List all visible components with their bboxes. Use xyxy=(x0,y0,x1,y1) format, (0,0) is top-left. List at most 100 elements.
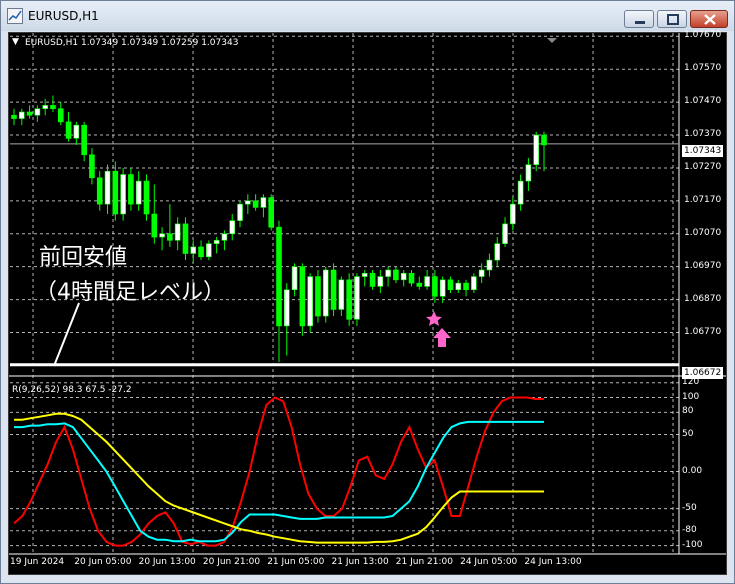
candle-body xyxy=(221,233,228,241)
candle-body xyxy=(291,266,298,291)
candle-body xyxy=(361,272,368,277)
maximize-button[interactable] xyxy=(657,10,687,28)
candle-body xyxy=(322,269,329,317)
candle-body xyxy=(510,203,516,225)
time-axis-label: 24 Jun 13:00 xyxy=(524,557,582,567)
candle-body xyxy=(229,220,236,235)
candle-body xyxy=(252,200,259,208)
candle-body xyxy=(307,276,313,327)
candle-body xyxy=(182,223,189,254)
candle-body xyxy=(206,243,212,258)
time-axis-label: 21 Jun 13:00 xyxy=(331,557,389,567)
indicator-line xyxy=(13,396,544,547)
candle-body xyxy=(268,197,275,228)
close-button[interactable] xyxy=(690,10,728,28)
chart-header-arrow-icon[interactable]: ▼ xyxy=(12,37,19,47)
price-axis-label: 1.06870 xyxy=(684,293,722,304)
candle-body xyxy=(112,170,119,215)
annotation-arrow xyxy=(53,302,80,367)
candle-body xyxy=(377,276,384,287)
price-axis-label: 1.06970 xyxy=(684,260,722,271)
candle-body xyxy=(400,272,407,281)
mt4-chart-window: EURUSD,H1 ▼ EURUSD,H1 1.07349 1.07349 1.… xyxy=(0,0,735,584)
candle-body xyxy=(315,276,321,317)
close-icon xyxy=(704,14,716,25)
price-axis-label: 1.07270 xyxy=(684,161,722,172)
price-axis-label: 1.07670 xyxy=(684,30,722,41)
chart-area[interactable]: ▼ EURUSD,H1 1.07349 1.07349 1.07259 1.07… xyxy=(8,30,727,575)
time-axis-label: 24 Jun 05:00 xyxy=(460,557,518,567)
indicator-axis-label: 50 xyxy=(682,428,694,439)
price-axis-label: 1.07070 xyxy=(684,227,722,238)
price-axis-label: 1.06770 xyxy=(684,326,722,337)
candle-body xyxy=(34,108,41,116)
candle-body xyxy=(73,124,80,139)
minimize-icon xyxy=(635,21,645,24)
annotation-line1: 前回安値 xyxy=(39,245,128,270)
indicator-axis-label: -50 xyxy=(682,502,697,513)
candle-body xyxy=(128,174,134,205)
maximize-icon xyxy=(667,14,679,25)
candle-body xyxy=(26,111,33,116)
annotation-line2: （4時間足レベル） xyxy=(35,280,225,305)
candle-body xyxy=(120,174,126,215)
indicator-line xyxy=(14,420,544,543)
price-axis-label: 1.07470 xyxy=(684,96,722,107)
candle-body xyxy=(143,180,150,215)
candle-body xyxy=(190,246,197,254)
candle-body xyxy=(50,105,56,109)
candle-body xyxy=(439,279,446,297)
time-axis-label: 20 Jun 13:00 xyxy=(138,557,196,567)
candle-body xyxy=(167,233,173,241)
candle-body xyxy=(159,233,165,238)
candle-body xyxy=(354,276,360,320)
candle-body xyxy=(447,279,454,291)
candle-body xyxy=(151,213,158,238)
candle-body xyxy=(463,282,469,291)
candle-body xyxy=(494,243,501,261)
indicator-line xyxy=(14,412,544,544)
scroll-marker-icon xyxy=(547,38,557,43)
candle-body xyxy=(408,272,415,284)
candle-body xyxy=(245,200,251,205)
candle-body xyxy=(525,164,532,182)
candle-body xyxy=(237,203,243,221)
window-title: EURUSD,H1 xyxy=(28,9,99,23)
candle-body xyxy=(174,223,181,241)
indicator-header: R(9,26,52) 98.3 67.5 -27.2 xyxy=(12,385,132,395)
indicator-axis-label: 100 xyxy=(682,391,700,402)
time-axis-label: 20 Jun 05:00 xyxy=(74,557,132,567)
candle-body xyxy=(135,180,142,205)
indicator-axis-label: -100 xyxy=(682,539,703,550)
candle-body xyxy=(533,134,540,165)
time-axis-label: 21 Jun 05:00 xyxy=(267,557,325,567)
time-axis-label: 21 Jun 21:00 xyxy=(395,557,453,567)
candle-body xyxy=(213,240,220,244)
candle-body xyxy=(57,108,64,123)
candle-body xyxy=(18,111,25,119)
candle-body xyxy=(42,105,48,109)
candle-body xyxy=(517,180,524,205)
current-price-label: 1.07343 xyxy=(682,145,724,157)
chart-icon xyxy=(7,8,23,24)
candle-body xyxy=(369,272,376,287)
candle-body xyxy=(96,177,103,205)
price-axis-label: 1.07370 xyxy=(684,129,722,140)
price-axis-label: 1.07570 xyxy=(684,63,722,74)
candle-body xyxy=(330,269,337,310)
candle-body xyxy=(81,124,87,156)
candle-body xyxy=(104,170,111,205)
candle-body xyxy=(416,282,423,287)
minimize-button[interactable] xyxy=(624,10,654,28)
candle-body xyxy=(424,276,430,287)
candle-body xyxy=(432,276,438,297)
candle-body xyxy=(346,279,352,320)
indicator-axis-label: -80 xyxy=(682,524,697,535)
candle-body xyxy=(283,289,290,327)
candle-body xyxy=(502,223,508,244)
candle-body xyxy=(455,282,462,291)
title-bar[interactable]: EURUSD,H1 xyxy=(1,1,734,31)
candle-body xyxy=(393,269,399,281)
candle-body xyxy=(276,226,282,327)
time-axis-label: 19 Jun 2024 xyxy=(10,557,65,567)
